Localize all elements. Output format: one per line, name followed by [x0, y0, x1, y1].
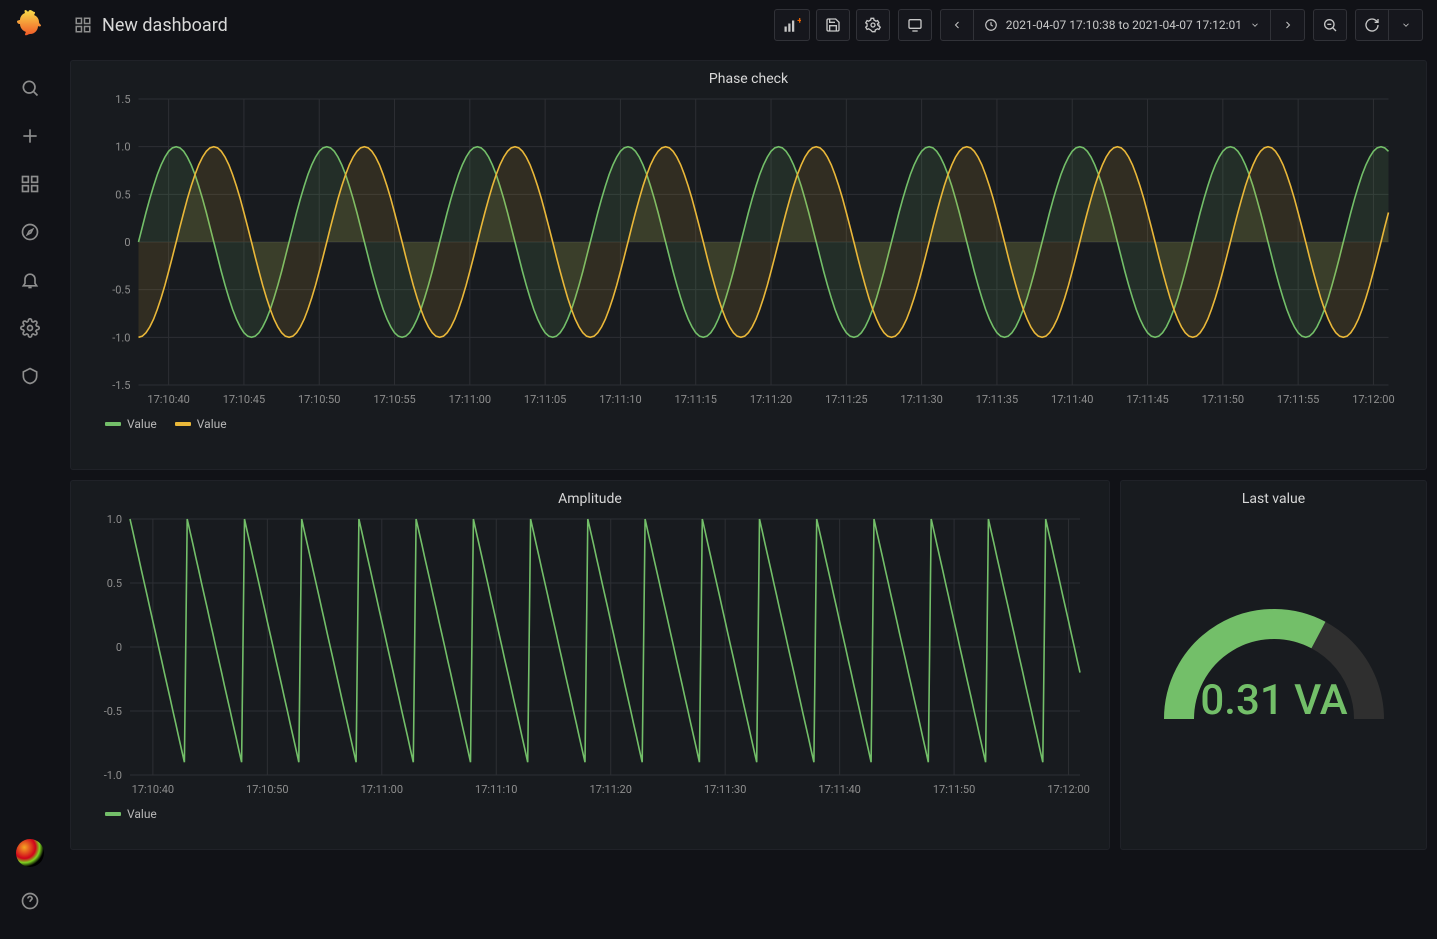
svg-text:17:11:50: 17:11:50 — [1202, 393, 1244, 406]
chart-phase: -1.5 -1.0 -0.5 0 0.5 1.0 1.5 17:10:40 17:10:45 17… — [85, 89, 1412, 409]
svg-text:17:11:00: 17:11:00 — [449, 393, 491, 406]
configuration-icon[interactable] — [10, 308, 50, 348]
panel-amplitude[interactable]: Amplitude -1.0 -0.5 0 0.5 1.0 17:10:40 17:10:5… — [70, 480, 1110, 850]
svg-text:17:11:35: 17:11:35 — [976, 393, 1018, 406]
svg-text:17:11:30: 17:11:30 — [704, 783, 746, 796]
panel-title: Amplitude — [71, 481, 1109, 509]
svg-text:17:11:20: 17:11:20 — [590, 783, 632, 796]
panel-title: Phase check — [71, 61, 1426, 89]
svg-text:0: 0 — [124, 236, 130, 249]
svg-text:17:10:40: 17:10:40 — [147, 393, 189, 406]
explore-icon[interactable] — [10, 212, 50, 252]
refresh-interval-button[interactable] — [1389, 9, 1423, 41]
dashboard-grid: Phase check -1.5 -1.0 -0.5 0 0.5 1.0 1.5 17:10:… — [60, 50, 1437, 939]
create-icon[interactable] — [10, 116, 50, 156]
help-icon[interactable] — [10, 881, 50, 921]
svg-text:17:11:55: 17:11:55 — [1277, 393, 1319, 406]
svg-text:17:11:00: 17:11:00 — [361, 783, 403, 796]
time-next-button[interactable] — [1271, 9, 1305, 41]
svg-text:0.5: 0.5 — [107, 577, 122, 590]
panel-phase[interactable]: Phase check -1.5 -1.0 -0.5 0 0.5 1.0 1.5 17:10:… — [70, 60, 1427, 470]
breadcrumb[interactable]: New dashboard — [74, 15, 228, 36]
tv-mode-button[interactable] — [898, 9, 932, 41]
svg-text:-0.5: -0.5 — [112, 284, 130, 297]
svg-text:17:10:50: 17:10:50 — [298, 393, 340, 406]
save-button[interactable] — [816, 9, 850, 41]
chevron-down-icon — [1250, 20, 1260, 30]
svg-text:17:11:15: 17:11:15 — [675, 393, 717, 406]
server-admin-icon[interactable] — [10, 356, 50, 396]
svg-text:17:11:05: 17:11:05 — [524, 393, 566, 406]
side-nav — [0, 0, 60, 939]
svg-text:17:11:45: 17:11:45 — [1126, 393, 1168, 406]
alerting-icon[interactable] — [10, 260, 50, 300]
panel-gauge[interactable]: Last value 0.31 VA — [1120, 480, 1427, 850]
gauge: 0.31 VA — [1144, 549, 1404, 809]
svg-text:1.0: 1.0 — [115, 141, 130, 154]
svg-text:17:11:10: 17:11:10 — [599, 393, 641, 406]
legend-item[interactable]: Value — [175, 417, 227, 431]
time-range-button[interactable]: 2021-04-07 17:10:38 to 2021-04-07 17:12:… — [974, 9, 1271, 41]
svg-text:0: 0 — [116, 641, 122, 654]
svg-text:17:10:45: 17:10:45 — [223, 393, 265, 406]
svg-text:1.0: 1.0 — [107, 513, 122, 526]
legend: Value Value — [85, 413, 1412, 437]
time-range-label: 2021-04-07 17:10:38 to 2021-04-07 17:12:… — [1006, 18, 1242, 32]
svg-text:17:12:00: 17:12:00 — [1352, 393, 1394, 406]
legend-item[interactable]: Value — [105, 417, 157, 431]
dashboard-icon — [74, 16, 92, 34]
svg-text:17:10:55: 17:10:55 — [373, 393, 415, 406]
refresh-button[interactable] — [1355, 9, 1389, 41]
avatar[interactable] — [16, 839, 44, 867]
legend: Value — [85, 803, 1095, 827]
svg-text:17:11:25: 17:11:25 — [825, 393, 867, 406]
topbar: New dashboard + 2021-04-07 17:10:38 to 2… — [60, 0, 1437, 50]
svg-text:+: + — [797, 17, 801, 27]
search-icon[interactable] — [10, 68, 50, 108]
settings-button[interactable] — [856, 9, 890, 41]
svg-text:17:12:00: 17:12:00 — [1047, 783, 1089, 796]
svg-text:17:11:40: 17:11:40 — [1051, 393, 1093, 406]
page-title: New dashboard — [102, 15, 228, 36]
svg-text:17:11:50: 17:11:50 — [933, 783, 975, 796]
legend-item[interactable]: Value — [105, 807, 157, 821]
svg-text:-1.5: -1.5 — [112, 379, 130, 392]
svg-text:0.5: 0.5 — [115, 188, 130, 201]
panel-title: Last value — [1121, 481, 1426, 509]
clock-icon — [984, 18, 998, 32]
svg-text:1.5: 1.5 — [115, 93, 130, 106]
time-picker: 2021-04-07 17:10:38 to 2021-04-07 17:12:… — [940, 9, 1305, 41]
zoom-out-button[interactable] — [1313, 9, 1347, 41]
svg-text:17:11:20: 17:11:20 — [750, 393, 792, 406]
svg-text:17:11:10: 17:11:10 — [475, 783, 517, 796]
add-panel-button[interactable]: + — [774, 9, 810, 41]
chart-amplitude: -1.0 -0.5 0 0.5 1.0 17:10:40 17:10:50 17:11:00 1… — [85, 509, 1095, 799]
svg-text:17:11:30: 17:11:30 — [900, 393, 942, 406]
svg-text:-0.5: -0.5 — [104, 705, 122, 718]
svg-text:17:11:40: 17:11:40 — [818, 783, 860, 796]
time-prev-button[interactable] — [940, 9, 974, 41]
dashboards-icon[interactable] — [10, 164, 50, 204]
svg-text:-1.0: -1.0 — [112, 331, 130, 344]
svg-text:17:10:50: 17:10:50 — [246, 783, 288, 796]
svg-text:0.31 VA: 0.31 VA — [1200, 676, 1347, 725]
grafana-logo-icon[interactable] — [14, 8, 46, 40]
svg-text:17:10:40: 17:10:40 — [132, 783, 174, 796]
svg-text:-1.0: -1.0 — [104, 769, 122, 782]
